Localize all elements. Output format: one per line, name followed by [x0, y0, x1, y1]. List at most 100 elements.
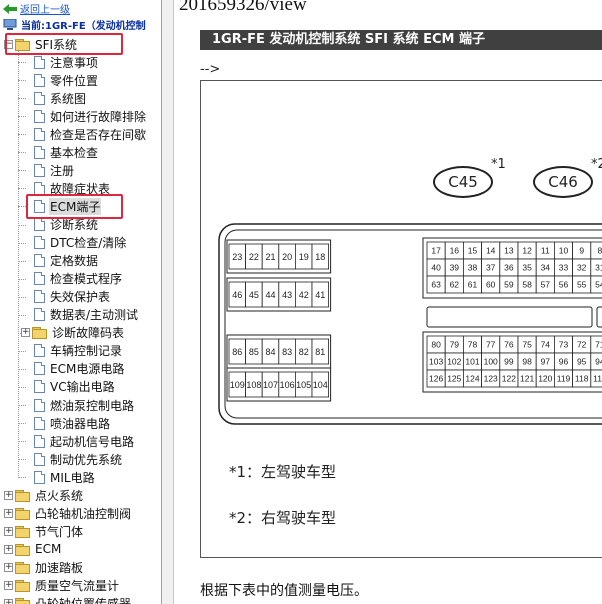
tree-node-child[interactable]: 定格数据	[34, 252, 99, 270]
tree-node-label[interactable]: 诊断故障码表	[51, 324, 125, 341]
tree-node-label[interactable]: 节气门体	[34, 523, 84, 540]
pin-number: 58	[522, 280, 532, 290]
tree-node-child[interactable]: + 诊断故障码表	[21, 324, 125, 342]
tree-node-child[interactable]: 车辆控制记录	[34, 342, 123, 360]
pin-number: 62	[450, 280, 460, 290]
tree-node-label[interactable]: 车辆控制记录	[49, 342, 123, 359]
tree-node-sibling[interactable]: + 凸轮轴位置传感器	[4, 595, 132, 604]
tree-node-label[interactable]: 喷油器电路	[49, 415, 111, 432]
tree-node-label[interactable]: DTC检查/清除	[49, 234, 127, 251]
document-icon	[34, 308, 45, 322]
expand-icon[interactable]: +	[4, 599, 13, 604]
tree-node-label[interactable]: 基本检查	[49, 144, 99, 161]
tree-node-label[interactable]: ECM电源电路	[49, 360, 125, 377]
expand-icon[interactable]: +	[4, 544, 13, 554]
tree-node-sibling[interactable]: + 点火系统	[4, 486, 84, 504]
tree-node-sibling[interactable]: + 节气门体	[4, 522, 84, 540]
tree-node-child[interactable]: 系统图	[34, 89, 87, 107]
expand-icon[interactable]: +	[4, 581, 13, 590]
tree-node-child[interactable]: 基本检查	[34, 143, 99, 161]
tree-node-child[interactable]: 检查模式程序	[34, 270, 123, 288]
tree-node-child[interactable]: 如何进行故障排除	[34, 107, 147, 125]
tree-node-label[interactable]: 如何进行故障排除	[49, 108, 147, 125]
tree-node-label[interactable]: 零件位置	[49, 72, 99, 89]
tree-node-child[interactable]: ECM电源电路	[34, 360, 125, 378]
pin-number: 21	[265, 252, 275, 262]
expand-icon[interactable]: +	[4, 526, 13, 536]
tree-node-child[interactable]: 注册	[34, 161, 75, 179]
tree-node-label[interactable]: 凸轮轴机油控制阀	[34, 505, 132, 522]
document-icon	[34, 452, 45, 466]
tree-node-label[interactable]: ECM	[34, 542, 62, 556]
pin-number: 76	[504, 340, 514, 350]
expand-icon[interactable]: +	[21, 328, 30, 338]
tree-node-label[interactable]: 失效保护表	[49, 288, 111, 305]
pin-number: 44	[265, 290, 275, 300]
tree-node-child[interactable]: VC输出电路	[34, 378, 116, 396]
pin-number: 31	[595, 263, 602, 273]
expand-icon[interactable]: +	[4, 508, 13, 518]
pin-number: 77	[486, 340, 496, 350]
comment-text: -->	[200, 62, 221, 77]
pin-number: 43	[282, 290, 292, 300]
tree-node-sibling[interactable]: + 凸轮轴机油控制阀	[4, 504, 132, 522]
back-link-label[interactable]: 返回上一级	[20, 1, 70, 16]
connector-c45-label: C45	[433, 166, 493, 198]
tree-node-label[interactable]: 检查模式程序	[49, 270, 123, 287]
tree-node-child[interactable]: 起动机信号电路	[34, 432, 135, 450]
tree-node-label[interactable]: MIL电路	[49, 469, 96, 486]
tree-node-child[interactable]: 失效保护表	[34, 288, 111, 306]
latch-slot	[426, 306, 593, 328]
tree-node-child[interactable]: 零件位置	[34, 71, 99, 89]
expand-icon[interactable]: +	[4, 490, 13, 500]
tree-node-label[interactable]: 定格数据	[49, 252, 99, 269]
tree-node-label[interactable]: 系统图	[49, 90, 87, 107]
tree-node-sibling[interactable]: + ECM	[4, 540, 62, 558]
tree-node-label[interactable]: 数据表/主动测试	[49, 306, 139, 323]
panel-splitter[interactable]	[161, 0, 174, 604]
pin-number: 75	[522, 340, 532, 350]
tree-node-label[interactable]: 注意事项	[49, 54, 99, 71]
pin-number: 9	[579, 246, 584, 256]
pin-number: 71	[595, 340, 602, 350]
tree-node-child[interactable]: 制动优先系统	[34, 450, 123, 468]
tree-node-label[interactable]: VC输出电路	[49, 378, 116, 395]
tree-node-label[interactable]: 检查是否存在间歇	[49, 126, 147, 143]
tree-node-child[interactable]: 注意事项	[34, 53, 99, 71]
tree-node-label[interactable]: 燃油泵控制电路	[49, 397, 135, 414]
tree-node-child[interactable]: 燃油泵控制电路	[34, 396, 135, 414]
pin-number: 34	[541, 263, 551, 273]
document-icon	[34, 416, 45, 430]
tree-node-label[interactable]: 质量空气流量计	[34, 577, 120, 594]
tree-node-label[interactable]: 点火系统	[34, 487, 84, 504]
pin-number: 118	[575, 374, 589, 384]
tree-node-child[interactable]: 检查是否存在间歇	[34, 125, 147, 143]
pin-number: 83	[282, 347, 292, 357]
tree-connector	[18, 116, 26, 118]
pin-number: 18	[315, 252, 325, 262]
tree-node-label[interactable]: 起动机信号电路	[49, 433, 135, 450]
tree-node-child[interactable]: MIL电路	[34, 468, 96, 486]
pin-number: 96	[559, 357, 569, 367]
pin-number: 60	[486, 280, 496, 290]
pin-number: 84	[265, 347, 275, 357]
document-icon	[34, 254, 45, 268]
expand-icon[interactable]: +	[4, 562, 13, 572]
pin-number: 45	[249, 290, 259, 300]
tree-connector	[18, 386, 26, 388]
tree-node-sibling[interactable]: + 加速踏板	[4, 558, 84, 576]
tree-node-child[interactable]: DTC检查/清除	[34, 234, 127, 252]
tree-node-child[interactable]: 喷油器电路	[34, 414, 111, 432]
back-link[interactable]: 返回上一级	[3, 1, 70, 16]
tree-node-child[interactable]: 数据表/主动测试	[34, 306, 139, 324]
tree-node-sibling[interactable]: + 质量空气流量计	[4, 577, 120, 595]
tree-connector	[18, 51, 19, 479]
pin-number: 40	[431, 263, 441, 273]
pin-number: 78	[468, 340, 478, 350]
tree-node-label[interactable]: 注册	[49, 162, 75, 179]
folder-icon	[15, 561, 30, 574]
tree-node-label[interactable]: 制动优先系统	[49, 451, 123, 468]
tree-node-label[interactable]: 加速踏板	[34, 559, 84, 576]
tree-node-label[interactable]: 凸轮轴位置传感器	[34, 595, 132, 604]
pin-number: 13	[504, 246, 514, 256]
